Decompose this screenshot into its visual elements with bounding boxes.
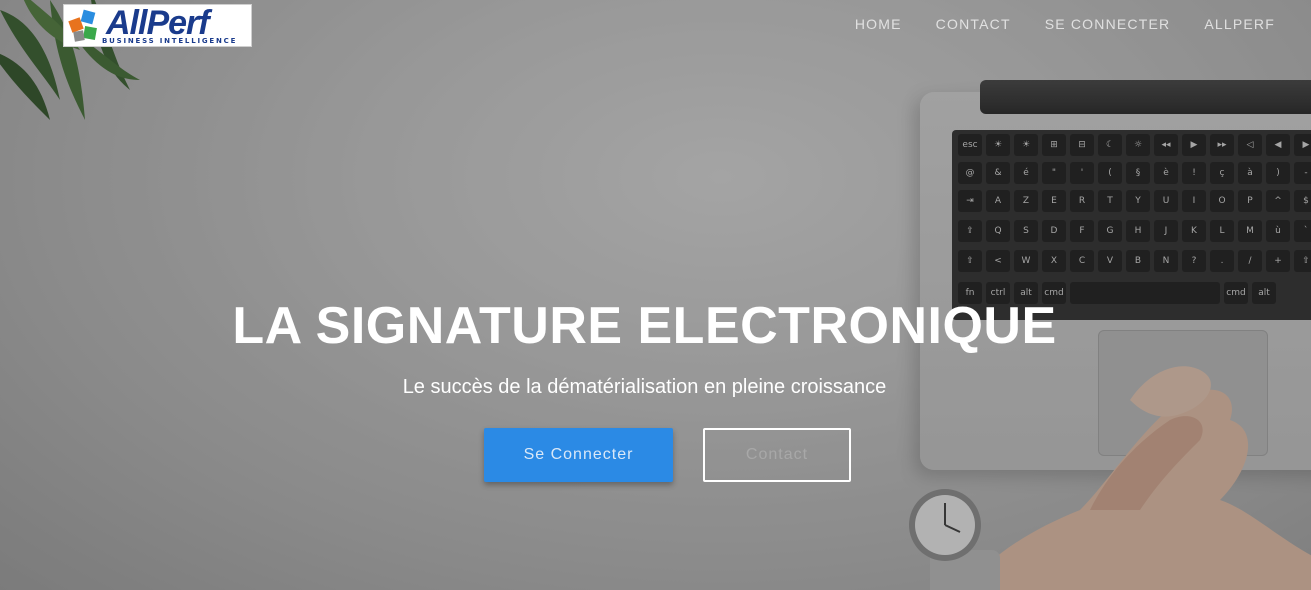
allperf-logo[interactable]: AllPerf BUSINESS INTELLIGENCE <box>63 4 252 47</box>
nav-link-allperf[interactable]: ALLPERF <box>1204 16 1275 32</box>
hero-overlay <box>0 0 1311 590</box>
hero-section: esc ☀ ☀ ⊞ ⊟ ☾ ☼ ◂◂ ▶ ▸▸ ◁ ◀ ▶ @ & é " '(§ è! ç à) - ⇥ A Z E R T Y U… <box>0 0 1311 590</box>
se-connecter-button[interactable]: Se Connecter <box>484 428 673 482</box>
nav-link-se-connecter[interactable]: SE CONNECTER <box>1045 16 1171 32</box>
hero-title: LA SIGNATURE ELECTRONIQUE <box>232 297 1057 355</box>
main-nav: HOME CONTACT SE CONNECTER ALLPERF <box>855 16 1275 32</box>
nav-link-home[interactable]: HOME <box>855 16 902 32</box>
contact-button[interactable]: Contact <box>703 428 851 482</box>
hero-subtitle: Le succès de la dématérialisation en ple… <box>402 376 887 398</box>
logo-tagline: BUSINESS INTELLIGENCE <box>102 37 238 45</box>
logo-mark-icon <box>68 9 97 42</box>
nav-link-contact[interactable]: CONTACT <box>936 16 1011 32</box>
